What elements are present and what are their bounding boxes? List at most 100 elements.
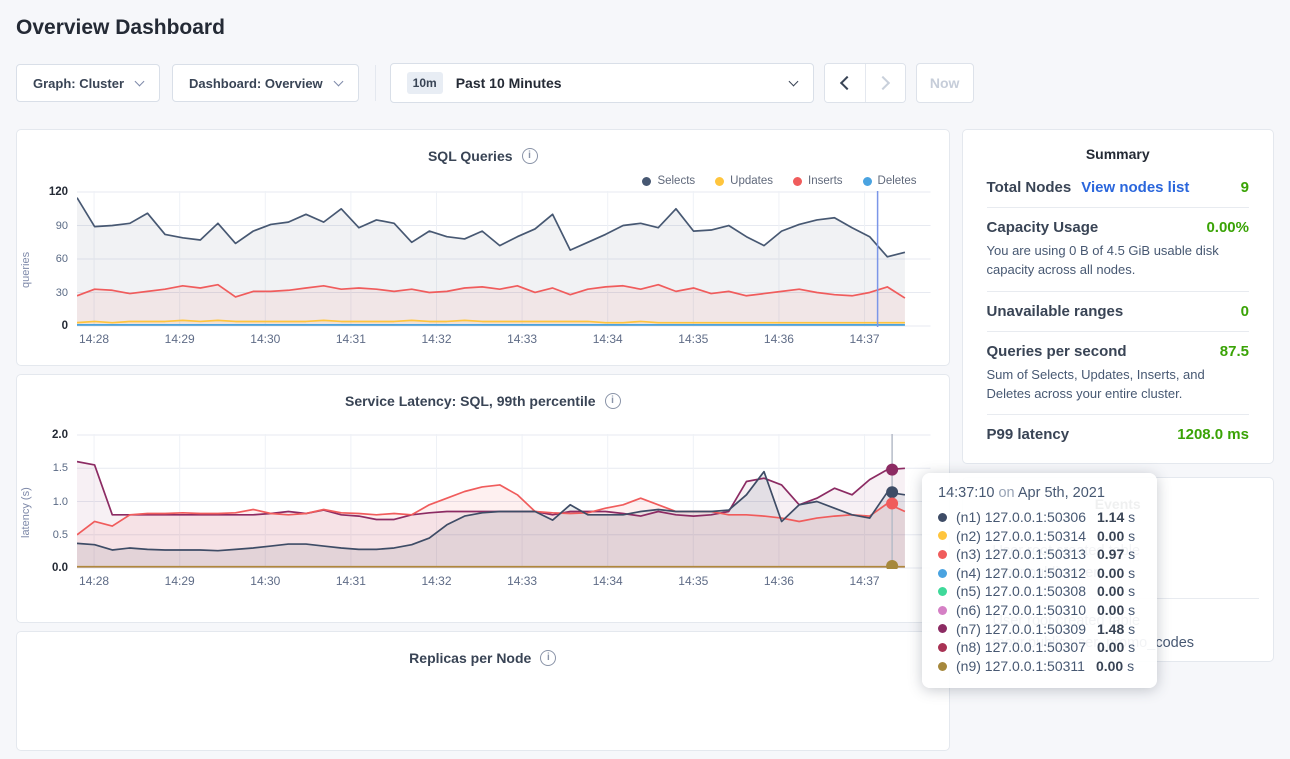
service-latency-title: Service Latency: SQL, 99th percentile i bbox=[17, 375, 949, 409]
tooltip-node-value: 1.48 s bbox=[1097, 620, 1135, 639]
summary-row: Capacity Usage0.00% bbox=[987, 219, 1249, 236]
summary-row-label: P99 latency bbox=[987, 426, 1070, 443]
x-tick-label: 14:33 bbox=[507, 574, 537, 588]
sql-queries-chart[interactable] bbox=[77, 191, 931, 327]
summary-row-label: Unavailable ranges bbox=[987, 303, 1124, 320]
sql-queries-chart-area: queries 1209060300 14:2814:2914:3014:311… bbox=[17, 191, 949, 349]
tooltip-time: 14:37:10 bbox=[938, 485, 994, 501]
x-tick-label: 14:31 bbox=[336, 332, 366, 346]
summary-row-label: Total Nodes bbox=[987, 179, 1072, 196]
y-tick-label: 90 bbox=[56, 220, 68, 232]
legend-label: Deletes bbox=[878, 175, 917, 187]
x-tick-label: 14:35 bbox=[678, 332, 708, 346]
node-color-dot-icon bbox=[938, 624, 947, 633]
summary-row-value: 9 bbox=[1241, 179, 1249, 196]
chevron-left-icon bbox=[840, 76, 854, 90]
summary-row: Unavailable ranges0 bbox=[987, 303, 1249, 320]
plot-wrap: 14:2814:2914:3014:3114:3214:3314:3414:35… bbox=[77, 434, 931, 591]
summary-row-label: Queries per second bbox=[987, 343, 1127, 360]
summary-panel: Summary Total NodesView nodes list9Capac… bbox=[962, 129, 1274, 464]
summary-row-value: 1208.0 ms bbox=[1177, 426, 1249, 443]
chevron-down-icon bbox=[135, 76, 145, 86]
summary-row-label: Capacity Usage bbox=[987, 219, 1099, 236]
tooltip-node-label: (n5) 127.0.0.1:50308 bbox=[956, 582, 1086, 601]
summary-divider bbox=[987, 207, 1249, 208]
x-tick-label: 14:33 bbox=[507, 332, 537, 346]
tooltip-node-row: (n7) 127.0.0.1:503091.48 s bbox=[938, 620, 1143, 639]
x-axis-ticks: 14:2814:2914:3014:3114:3214:3314:3414:35… bbox=[77, 569, 931, 591]
x-tick-label: 14:29 bbox=[165, 574, 195, 588]
tooltip-node-unit: s bbox=[1124, 509, 1135, 525]
node-color-dot-icon bbox=[938, 606, 947, 615]
service-latency-panel: Service Latency: SQL, 99th percentile i … bbox=[16, 374, 950, 623]
summary-row-description: You are using 0 B of 4.5 GiB usable disk… bbox=[987, 242, 1249, 280]
tooltip-node-value: 0.00 s bbox=[1096, 657, 1134, 676]
y-tick-label: 1.5 bbox=[53, 462, 68, 474]
y-axis-ticks: 2.01.51.00.50.0 bbox=[35, 434, 77, 569]
node-color-dot-icon bbox=[938, 569, 947, 578]
x-axis-ticks: 14:2814:2914:3014:3114:3214:3314:3414:35… bbox=[77, 327, 931, 349]
tooltip-node-label: (n3) 127.0.0.1:50313 bbox=[956, 545, 1086, 564]
dashboard-dropdown[interactable]: Dashboard: Overview bbox=[172, 64, 359, 102]
legend-dot-icon bbox=[642, 177, 651, 186]
tooltip-node-label: (n4) 127.0.0.1:50312 bbox=[956, 564, 1086, 583]
legend-item-updates[interactable]: Updates bbox=[715, 175, 773, 187]
time-range-picker[interactable]: 10m Past 10 Minutes bbox=[390, 63, 814, 103]
tooltip-node-row: (n6) 127.0.0.1:503100.00 s bbox=[938, 601, 1143, 620]
y-tick-label: 60 bbox=[56, 253, 68, 265]
now-button[interactable]: Now bbox=[916, 63, 974, 103]
chevron-down-icon bbox=[788, 76, 798, 86]
replicas-per-node-panel: Replicas per Node i bbox=[16, 631, 950, 751]
info-icon[interactable]: i bbox=[522, 148, 538, 164]
legend-item-deletes[interactable]: Deletes bbox=[863, 175, 917, 187]
node-color-dot-icon bbox=[938, 513, 947, 522]
controls-divider bbox=[375, 65, 376, 101]
x-tick-label: 14:37 bbox=[850, 332, 880, 346]
x-tick-label: 14:36 bbox=[764, 332, 794, 346]
time-range-badge: 10m bbox=[407, 72, 443, 94]
charts-column: SQL Queries i Selects Updates Inserts Delet… bbox=[16, 129, 950, 759]
legend-item-inserts[interactable]: Inserts bbox=[793, 175, 843, 187]
chart-title-text: Service Latency: SQL, 99th percentile bbox=[345, 393, 596, 409]
y-tick-label: 0 bbox=[62, 320, 68, 332]
x-tick-label: 14:32 bbox=[421, 332, 451, 346]
legend-item-selects[interactable]: Selects bbox=[642, 175, 695, 187]
x-tick-label: 14:28 bbox=[79, 332, 109, 346]
summary-row: Queries per second87.5 bbox=[987, 343, 1249, 360]
chart-title-text: SQL Queries bbox=[428, 148, 513, 164]
tooltip-node-label: (n8) 127.0.0.1:50307 bbox=[956, 638, 1086, 657]
legend-label: Inserts bbox=[808, 175, 843, 187]
time-next-button[interactable] bbox=[865, 64, 905, 102]
x-tick-label: 14:32 bbox=[421, 574, 451, 588]
tooltip-node-row: (n5) 127.0.0.1:503080.00 s bbox=[938, 582, 1143, 601]
page-title: Overview Dashboard bbox=[16, 16, 1274, 40]
tooltip-timestamp: 14:37:10 on Apr 5th, 2021 bbox=[938, 485, 1143, 501]
x-tick-label: 14:30 bbox=[250, 574, 280, 588]
view-nodes-list-link[interactable]: View nodes list bbox=[1081, 179, 1189, 196]
info-icon[interactable]: i bbox=[540, 650, 556, 666]
service-latency-chart-area: latency (s) 2.01.51.00.50.0 14:2814:2914… bbox=[17, 434, 949, 591]
chevron-right-icon bbox=[876, 76, 890, 90]
legend-dot-icon bbox=[863, 177, 872, 186]
service-latency-chart[interactable] bbox=[77, 434, 931, 569]
graph-scope-dropdown[interactable]: Graph: Cluster bbox=[16, 64, 160, 102]
time-range-label: Past 10 Minutes bbox=[456, 75, 777, 91]
node-color-dot-icon bbox=[938, 531, 947, 540]
legend-dot-icon bbox=[793, 177, 802, 186]
info-icon[interactable]: i bbox=[605, 393, 621, 409]
summary-divider bbox=[987, 291, 1249, 292]
tooltip-node-unit: s bbox=[1123, 658, 1134, 674]
node-color-dot-icon bbox=[938, 587, 947, 596]
dashboard-dropdown-label: Dashboard: Overview bbox=[189, 76, 323, 91]
y-axis-label: queries bbox=[17, 191, 35, 349]
node-color-dot-icon bbox=[938, 643, 947, 652]
tooltip-node-unit: s bbox=[1124, 528, 1135, 544]
x-tick-label: 14:37 bbox=[850, 574, 880, 588]
y-axis-ticks: 1209060300 bbox=[35, 191, 77, 327]
tooltip-node-rows: (n1) 127.0.0.1:503061.14 s(n2) 127.0.0.1… bbox=[938, 508, 1143, 675]
tooltip-node-label: (n6) 127.0.0.1:50310 bbox=[956, 601, 1086, 620]
tooltip-node-unit: s bbox=[1124, 546, 1135, 562]
plot-wrap: 14:2814:2914:3014:3114:3214:3314:3414:35… bbox=[77, 191, 931, 349]
tooltip-node-unit: s bbox=[1124, 621, 1135, 637]
time-prev-button[interactable] bbox=[825, 64, 865, 102]
